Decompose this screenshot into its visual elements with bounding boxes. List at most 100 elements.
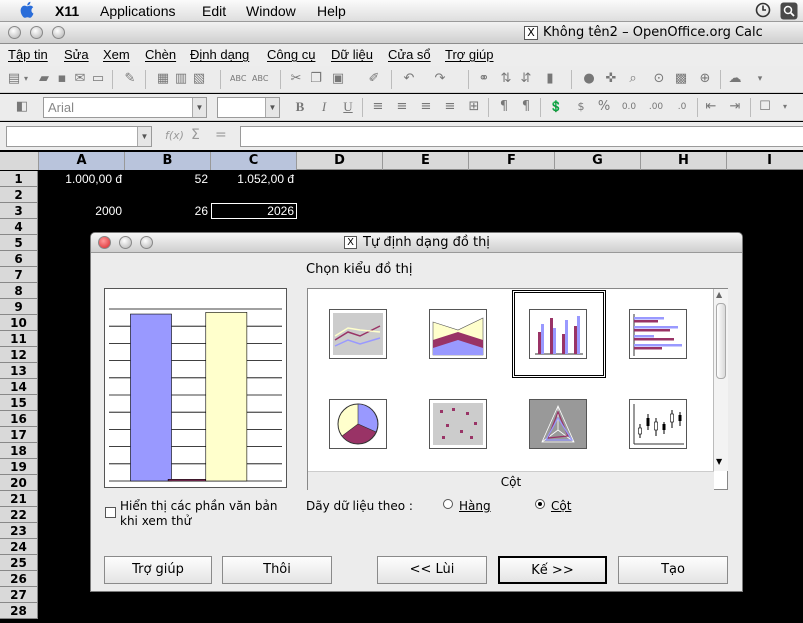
row-header[interactable]: 28	[0, 603, 38, 619]
column-header-d[interactable]: D	[297, 152, 383, 170]
currency-format-icon[interactable]: 💲	[548, 99, 564, 115]
zoom-icon[interactable]: ⊕	[697, 71, 713, 87]
row-header[interactable]: 12	[0, 347, 38, 363]
scrollbar-thumb[interactable]	[716, 303, 726, 379]
align-right-icon[interactable]: ≡	[418, 99, 434, 115]
row-header[interactable]: 21	[0, 491, 38, 507]
xy-scatter-chart-icon[interactable]	[429, 399, 487, 449]
row-header[interactable]: 24	[0, 539, 38, 555]
draw-functions-icon[interactable]: ✜	[603, 71, 619, 87]
help-menu[interactable]: Help	[317, 3, 346, 19]
record-icon[interactable]: ●	[581, 71, 597, 87]
cut-icon[interactable]: ✂	[288, 71, 304, 87]
column-header-g[interactable]: G	[555, 152, 641, 170]
row-header[interactable]: 15	[0, 395, 38, 411]
bar-chart-icon[interactable]	[629, 309, 687, 359]
zoom-window-button[interactable]	[52, 26, 65, 39]
formula-input[interactable]	[240, 126, 803, 147]
borders-icon[interactable]: ☐	[757, 99, 773, 115]
align-left-icon[interactable]: ≡	[370, 99, 386, 115]
print-icon[interactable]: ▥	[173, 71, 189, 87]
increase-indent-icon[interactable]: ⇥	[727, 99, 743, 115]
styles-icon[interactable]: ◧	[14, 99, 30, 115]
row-header[interactable]: 19	[0, 459, 38, 475]
help-button[interactable]: Trợ giúp	[104, 556, 212, 584]
borders-dropdown-icon[interactable]: ▾	[777, 99, 793, 115]
font-name-dropdown-icon[interactable]: ▼	[192, 98, 206, 117]
new-dropdown-icon[interactable]: ▾	[22, 71, 30, 87]
name-box-dropdown-icon[interactable]: ▼	[137, 127, 151, 146]
menu-help[interactable]: Trợ giúp	[445, 47, 494, 62]
pie-chart-icon[interactable]	[329, 399, 387, 449]
column-header-a[interactable]: A	[39, 152, 125, 170]
row-header[interactable]: 11	[0, 331, 38, 347]
equals-icon[interactable]: =	[215, 127, 227, 143]
add-decimal-icon[interactable]: .00	[648, 99, 664, 115]
spellcheck-icon[interactable]: ABC	[230, 71, 246, 87]
gallery-icon[interactable]: ▩	[673, 71, 689, 87]
cell-b3[interactable]: 26	[125, 203, 211, 219]
back-button[interactable]: << Lùi	[377, 556, 487, 584]
italic-icon[interactable]: I	[316, 99, 332, 115]
dialog-zoom-button[interactable]	[140, 236, 153, 249]
row-header[interactable]: 13	[0, 363, 38, 379]
redo-icon[interactable]: ↷	[432, 71, 448, 87]
decrease-indent-icon[interactable]: ⇤	[703, 99, 719, 115]
menu-view[interactable]: Xem	[103, 47, 130, 62]
navigator-icon[interactable]: ⊙	[651, 71, 667, 87]
menu-window[interactable]: Cửa sổ	[388, 47, 431, 62]
page-preview-icon[interactable]: ▧	[191, 71, 207, 87]
justify-icon[interactable]: ≡	[442, 99, 458, 115]
name-box[interactable]: ▼	[6, 126, 152, 147]
series-rows-label[interactable]: Hàng	[459, 499, 491, 513]
sort-ascending-icon[interactable]: ⇅	[498, 71, 514, 87]
new-icon[interactable]: ▤	[6, 71, 22, 87]
row-header[interactable]: 9	[0, 299, 38, 315]
open-icon[interactable]: ▰	[36, 71, 52, 87]
menu-edit[interactable]: Sửa	[64, 47, 89, 62]
undo-icon[interactable]: ↶	[401, 71, 417, 87]
row-header[interactable]: 16	[0, 411, 38, 427]
function-wizard-icon[interactable]: f(x)	[165, 129, 184, 142]
area-chart-icon[interactable]	[429, 309, 487, 359]
sum-icon[interactable]: Σ	[191, 127, 200, 143]
scroll-up-icon[interactable]: ▲	[716, 290, 722, 299]
column-header-b[interactable]: B	[125, 152, 211, 170]
font-size-dropdown-icon[interactable]: ▼	[265, 98, 279, 117]
cell-c3[interactable]: 2026	[211, 203, 297, 219]
window-menu[interactable]: Window	[246, 3, 296, 19]
row-header[interactable]: 6	[0, 251, 38, 267]
row-header[interactable]: 1	[0, 171, 38, 187]
export-pdf-icon[interactable]: ▦	[155, 71, 171, 87]
column-header-e[interactable]: E	[383, 152, 469, 170]
apple-icon[interactable]	[20, 1, 34, 23]
cell-a1[interactable]: 1.000,00 đ	[39, 171, 125, 187]
row-header[interactable]: 3	[0, 203, 38, 219]
row-header[interactable]: 20	[0, 475, 38, 491]
currency-icon[interactable]: $	[573, 99, 589, 115]
app-menu[interactable]: X11	[55, 3, 79, 19]
series-columns-label[interactable]: Cột	[551, 499, 571, 513]
standard-format-icon[interactable]: 0.0	[621, 99, 637, 115]
dialog-minimize-button[interactable]	[119, 236, 132, 249]
merge-cells-icon[interactable]: ⊞	[466, 99, 482, 115]
percent-icon[interactable]: %	[596, 99, 612, 115]
format-paintbrush-icon[interactable]: ✐	[366, 71, 382, 87]
row-header[interactable]: 7	[0, 267, 38, 283]
sort-descending-icon[interactable]: ⇵	[518, 71, 534, 87]
close-window-button[interactable]	[8, 26, 21, 39]
create-button[interactable]: Tạo	[618, 556, 728, 584]
paste-icon-2[interactable]: ▣	[330, 71, 346, 87]
column-header-i[interactable]: I	[727, 152, 803, 170]
bold-icon[interactable]: B	[292, 99, 308, 115]
text-direction-ltr-icon[interactable]: ¶	[496, 99, 512, 115]
minimize-window-button[interactable]	[30, 26, 43, 39]
font-size-box[interactable]: ▼	[217, 97, 280, 118]
dialog-close-button[interactable]	[98, 236, 111, 249]
column-header-h[interactable]: H	[641, 152, 727, 170]
row-header[interactable]: 23	[0, 523, 38, 539]
sync-status-icon[interactable]	[755, 2, 771, 21]
hyperlink-icon[interactable]: ⚭	[476, 71, 492, 87]
text-direction-rtl-icon[interactable]: ¶	[518, 99, 534, 115]
email-icon[interactable]: ✉	[72, 71, 88, 87]
